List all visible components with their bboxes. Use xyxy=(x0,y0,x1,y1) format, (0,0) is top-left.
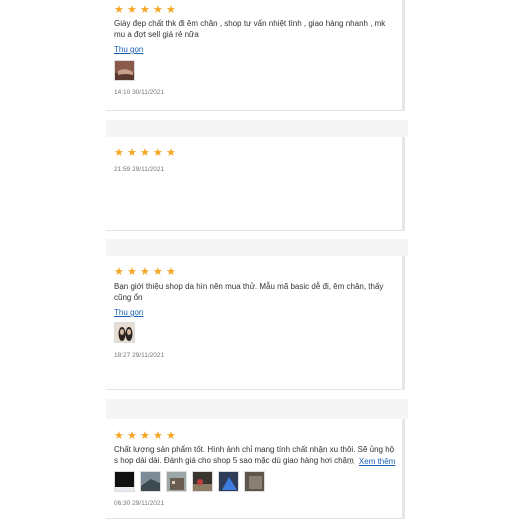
star-icon: ★ xyxy=(127,147,137,159)
review-photo[interactable] xyxy=(140,471,161,492)
star-icon: ★ xyxy=(166,147,176,159)
rating-stars: ★ ★ ★ ★ ★ xyxy=(114,431,176,442)
star-icon: ★ xyxy=(153,147,163,159)
collapse-link[interactable]: Thu gọn xyxy=(114,45,143,54)
review-card: ★ ★ ★ ★ ★ Chất lượng sản phẩm tốt. Hình … xyxy=(106,419,405,519)
rating-stars: ★ ★ ★ ★ ★ xyxy=(114,267,176,278)
expand-row: ... Xem thêm xyxy=(348,457,395,466)
separator-band xyxy=(106,399,408,419)
review-photo[interactable] xyxy=(114,60,135,81)
review-timestamp: 06:30 29/11/2021 xyxy=(114,500,165,507)
star-icon: ★ xyxy=(127,4,137,16)
review-photo[interactable] xyxy=(166,471,187,492)
collapse-link[interactable]: Thu gọn xyxy=(114,308,143,317)
star-icon: ★ xyxy=(114,147,124,159)
review-timestamp: 21:59 29/11/2021 xyxy=(114,166,165,173)
separator-band xyxy=(106,239,408,256)
review-photo[interactable] xyxy=(192,471,213,492)
star-icon: ★ xyxy=(140,4,150,16)
review-photo[interactable] xyxy=(114,322,135,343)
star-icon: ★ xyxy=(114,430,124,442)
review-card: ★ ★ ★ ★ ★ Bạn giới thiệu shop da hìn nên… xyxy=(106,256,405,390)
review-text: Giày đẹp chất thk đi êm chân , shop tư v… xyxy=(114,19,386,39)
star-icon: ★ xyxy=(153,266,163,278)
star-icon: ★ xyxy=(140,266,150,278)
review-timestamp: 18:27 29/11/2021 xyxy=(114,352,165,359)
star-icon: ★ xyxy=(114,266,124,278)
star-icon: ★ xyxy=(166,266,176,278)
review-card: ★ ★ ★ ★ ★ 21:59 29/11/2021 xyxy=(106,137,405,231)
star-icon: ★ xyxy=(114,4,124,16)
separator-band xyxy=(106,120,408,137)
star-icon: ★ xyxy=(140,147,150,159)
review-text: Bạn giới thiệu shop da hìn nên mua thử. … xyxy=(114,282,384,302)
star-icon: ★ xyxy=(127,266,137,278)
review-timestamp: 14:10 30/11/2021 xyxy=(114,89,165,96)
review-photo[interactable] xyxy=(114,471,135,492)
rating-stars: ★ ★ ★ ★ ★ xyxy=(114,5,176,16)
star-icon: ★ xyxy=(153,430,163,442)
star-icon: ★ xyxy=(140,430,150,442)
review-card: ★ ★ ★ ★ ★ Giày đẹp chất thk đi êm chân ,… xyxy=(106,0,405,111)
show-more-link[interactable]: Xem thêm xyxy=(359,457,395,466)
star-icon: ★ xyxy=(153,4,163,16)
star-icon: ★ xyxy=(166,430,176,442)
star-icon: ★ xyxy=(127,430,137,442)
review-photo[interactable] xyxy=(218,471,239,492)
star-icon: ★ xyxy=(166,4,176,16)
review-photo[interactable] xyxy=(244,471,265,492)
ellipsis: ... xyxy=(348,457,355,466)
rating-stars: ★ ★ ★ ★ ★ xyxy=(114,148,176,159)
